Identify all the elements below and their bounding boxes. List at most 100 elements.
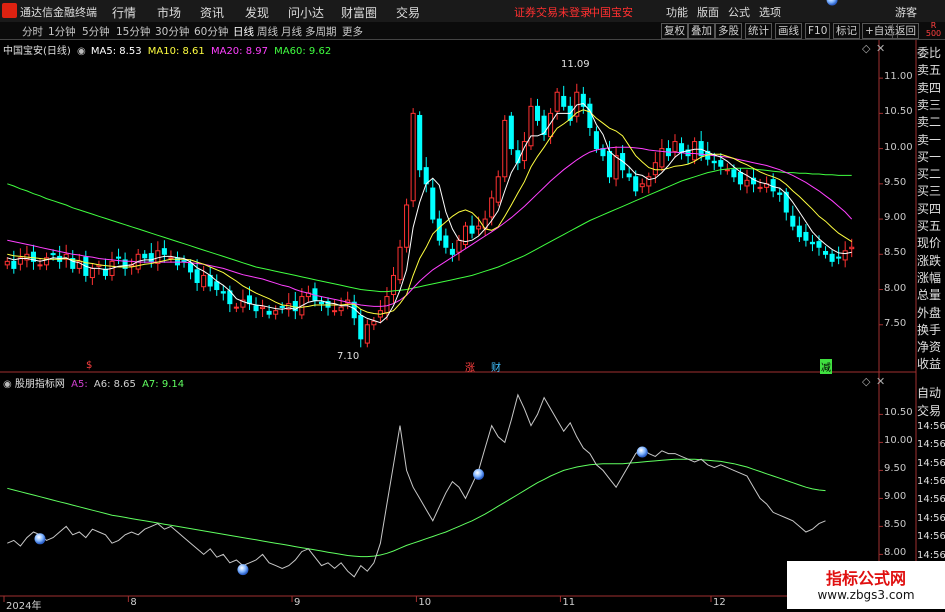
side-panel-item[interactable]: 涨跌 [917, 252, 945, 269]
chart-close-icon[interactable]: ✕ [876, 42, 885, 55]
candle-body [142, 253, 148, 259]
legend-ma20: MA20: 8.97 [210, 46, 268, 57]
candle-body [181, 260, 187, 263]
sub-tick-label: 10.50 [884, 407, 913, 419]
candle-body [364, 324, 370, 344]
candle-body [652, 162, 658, 176]
sub-tick-label: 8.00 [884, 547, 907, 559]
candle-body [253, 305, 259, 312]
candle-body [220, 291, 226, 294]
buy-signal-marker [826, 0, 838, 6]
candle-body [790, 215, 796, 227]
candle-body [600, 148, 606, 157]
event-mark-reduce[interactable]: 减 [820, 359, 832, 374]
candle-body [397, 246, 403, 281]
trade-panel-item[interactable]: 自动 [917, 384, 945, 401]
event-mark-rise[interactable]: 涨 [465, 359, 475, 374]
buy-signal-marker [636, 446, 648, 458]
candle-body [737, 172, 743, 185]
candle-body [194, 269, 200, 283]
side-panel-item[interactable]: 委比 [917, 44, 945, 61]
side-panel-item[interactable]: 卖一 [917, 131, 945, 148]
side-panel-item[interactable]: 买四 [917, 200, 945, 217]
price-tick-label: 7.50 [884, 317, 907, 329]
candle-body [554, 91, 560, 112]
side-panel-item[interactable]: 总量 [917, 286, 945, 303]
price-tick-label: 8.00 [884, 282, 907, 294]
candle-body [626, 173, 632, 178]
sub-legend-toggle-icon[interactable]: ◉ [3, 379, 12, 390]
trade-panel-item[interactable]: 交易 [917, 402, 945, 419]
candle-body [116, 256, 122, 259]
event-mark-dollar[interactable]: $ [86, 360, 92, 371]
side-panel-item[interactable]: 卖四 [917, 79, 945, 96]
sub-tick-label: 9.50 [884, 463, 907, 475]
candle-body [273, 310, 279, 315]
price-tick-label: 8.50 [884, 247, 907, 259]
event-mark-finance[interactable]: 财 [491, 359, 501, 374]
candle-body [214, 281, 220, 291]
side-panel-item[interactable]: 卖五 [917, 61, 945, 78]
candle-body [593, 131, 599, 150]
candle-body [534, 105, 541, 121]
trade-panel-item: 14:56 [917, 420, 945, 432]
candle-body [318, 301, 325, 305]
candle-body [508, 115, 514, 150]
date-tick-label: 9 [294, 597, 301, 608]
candle-body [443, 235, 449, 248]
side-panel-item[interactable]: 换手 [917, 321, 945, 338]
candle-body [332, 310, 338, 313]
trade-panel-item: 14:56 [917, 439, 945, 451]
side-panel-item[interactable]: 买二 [917, 165, 945, 182]
candle-body [417, 114, 423, 171]
candle-body [606, 150, 613, 178]
legend-a7: A7: 9.14 [142, 379, 185, 390]
candle-body [796, 225, 802, 238]
candle-body [279, 305, 285, 308]
sub-close-icon[interactable]: ✕ [876, 375, 885, 388]
candle-body [495, 176, 501, 203]
sub-legend-title: 股朋指标网 [14, 379, 65, 390]
candle-body [692, 141, 698, 161]
side-panel-item[interactable]: 买一 [917, 148, 945, 165]
candle-body [809, 241, 815, 245]
candle-body [469, 225, 475, 234]
candle-body [777, 192, 783, 195]
date-tick-label: 10 [418, 597, 432, 608]
candle-body [201, 274, 207, 288]
kline-chart[interactable] [0, 0, 945, 609]
sub-settings-icon[interactable]: ◇ [862, 375, 870, 388]
chart-settings-icon[interactable]: ◇ [862, 42, 870, 55]
side-panel-item[interactable]: 外盘 [917, 304, 945, 321]
legend-ma60: MA60: 9.62 [274, 46, 332, 57]
sub-tick-label: 9.00 [884, 491, 907, 503]
price-tick-label: 9.50 [884, 176, 907, 188]
candle-body [456, 239, 462, 253]
legend-toggle-icon[interactable]: ◉ [77, 46, 86, 57]
candle-body [37, 264, 43, 267]
side-panel-item[interactable]: 收益 [917, 355, 945, 372]
side-panel-item[interactable]: 现价 [917, 234, 945, 251]
side-panel-item[interactable]: 买三 [917, 182, 945, 199]
candle-body [246, 295, 253, 305]
date-tick-label: 2024年 [6, 601, 42, 612]
buy-signal-marker [473, 468, 485, 480]
candle-body [430, 187, 436, 220]
side-panel-item[interactable]: 买五 [917, 217, 945, 234]
side-panel-item[interactable]: 涨幅 [917, 269, 945, 286]
candle-body [476, 225, 482, 230]
side-panel-item[interactable]: 净资 [917, 338, 945, 355]
candle-body [423, 167, 429, 185]
candle-body [390, 274, 397, 295]
candle-body [188, 262, 194, 273]
candle-body [803, 231, 809, 241]
candle-body [639, 183, 645, 188]
main-legend-title: 中国宝安(日线) [3, 46, 71, 57]
candle-body [528, 105, 534, 147]
candle-body [613, 155, 619, 180]
side-panel-item[interactable]: 卖二 [917, 113, 945, 130]
side-panel-item[interactable]: 卖三 [917, 96, 945, 113]
candle-body [404, 204, 410, 248]
legend-ma10: MA10: 8.61 [147, 46, 205, 57]
legend-a5: A5: [71, 379, 88, 390]
